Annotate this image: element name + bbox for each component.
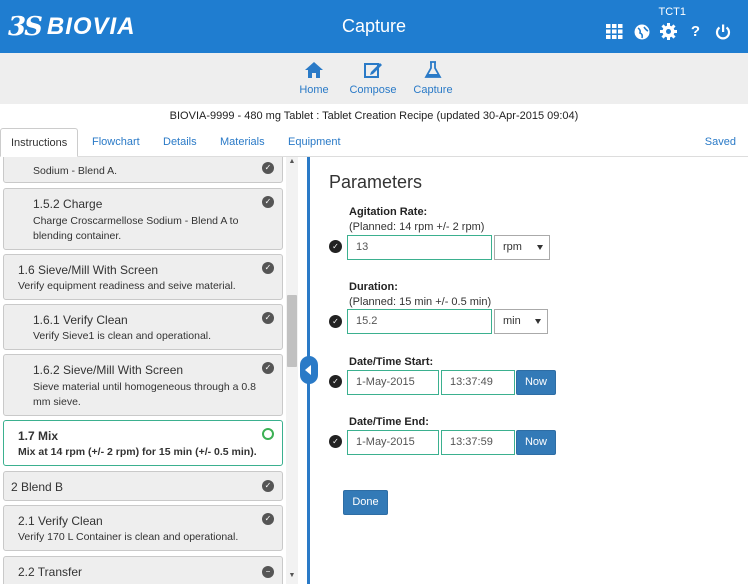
step-desc: Verify 170 L Container is clean and oper… [18,531,239,543]
list-item[interactable]: 1.6.2 Sieve/Mill With Screen Sieve mater… [3,354,283,416]
step-title: 2.2 Transfer [18,565,83,579]
top-bar: 3S BIOVIA Capture TCT1 ? [0,0,748,53]
home-icon [305,62,323,78]
step-title: 1.6.1 Verify Clean [33,313,128,327]
duration-unit-select[interactable]: min [494,309,548,334]
step-title: 1.5.2 Charge [33,197,103,211]
tab-instructions[interactable]: Instructions [0,128,79,157]
tab-flowchart[interactable]: Flowchart [82,128,150,157]
end-label: Date/Time End: [349,416,429,428]
nav-bar: Home Compose Capture [0,53,748,104]
edit-icon [364,63,382,78]
user-label[interactable]: TCT1 [659,6,687,18]
list-scrollbar-thumb[interactable] [287,295,297,367]
tab-details[interactable]: Details [153,128,207,157]
start-label: Date/Time Start: [349,356,434,368]
check-circle-icon: ✓ [329,315,342,328]
list-item[interactable]: 2.1 Verify Clean Verify 170 L Container … [3,505,283,551]
end-time-input[interactable]: 13:37:59 [441,430,515,455]
list-item[interactable]: Sodium - Blend A. ✓ [3,157,283,183]
check-circle-icon: ✓ [262,362,274,374]
step-title: 2.1 Verify Clean [18,514,103,528]
agitation-planned: (Planned: 14 rpm +/- 2 rpm) [349,221,485,233]
globe-icon[interactable] [632,22,651,41]
nav-capture-label: Capture [413,84,453,96]
step-title: 1.7 Mix [18,429,59,443]
grid-icon[interactable] [605,22,624,41]
list-item[interactable]: 2 Blend B ✓ [3,471,283,501]
step-title: 1.6 Sieve/Mill With Screen [18,263,159,277]
check-circle-icon: ✓ [262,196,274,208]
agitation-label: Agitation Rate: [349,206,428,218]
agitation-unit-select[interactable]: rpm [494,235,550,260]
step-desc: Charge Croscarmellose Sodium - Blend A t… [33,215,239,242]
list-scrollbar[interactable] [286,157,298,584]
step-title: 2 Blend B [11,480,64,494]
step-desc: Sieve material until homogeneous through… [33,381,256,408]
circle-open-icon [262,428,274,440]
agitation-input[interactable]: 13 [347,235,492,260]
step-title: 1.6.2 Sieve/Mill With Screen [33,363,184,377]
list-item[interactable]: 1.6.1 Verify Clean Verify Sieve1 is clea… [3,304,283,350]
nav-home-label: Home [299,84,329,96]
agitation-unit-value: rpm [503,241,522,253]
power-icon[interactable] [713,22,732,41]
duration-unit-value: min [503,315,521,327]
list-item[interactable]: 1.6 Sieve/Mill With Screen Verify equipm… [3,254,283,300]
saved-status: Saved [704,136,736,148]
tab-materials[interactable]: Materials [210,128,275,157]
duration-planned: (Planned: 15 min +/- 0.5 min) [349,296,492,308]
step-desc: Verify Sieve1 is clean and operational. [33,330,212,342]
tab-equipment[interactable]: Equipment [278,128,351,157]
end-date-input[interactable]: 1-May-2015 [347,430,439,455]
start-date-input[interactable]: 1-May-2015 [347,370,439,395]
check-circle-icon: ✓ [262,480,274,492]
minus-circle-icon: − [262,566,274,578]
check-circle-icon: ✓ [329,375,342,388]
list-item[interactable]: 2.2 Transfer − [3,556,283,584]
scroll-up-icon[interactable]: ▲ [288,158,296,165]
header-icons: ? [605,22,732,41]
check-circle-icon: ✓ [262,312,274,324]
list-item-active[interactable]: 1.7 Mix Mix at 14 rpm (+/- 2 rpm) for 15… [3,420,283,466]
duration-input[interactable]: 15.2 [347,309,492,334]
start-time-input[interactable]: 13:37:49 [441,370,515,395]
step-desc: Verify equipment readiness and seive mat… [18,280,236,292]
help-icon[interactable]: ? [686,22,705,41]
check-circle-icon: ✓ [329,435,342,448]
gear-icon[interactable] [659,22,678,41]
nav-compose-label: Compose [349,84,397,96]
check-circle-icon: ✓ [262,162,274,174]
start-now-button[interactable]: Now [516,370,556,395]
parameters-title: Parameters [329,172,423,192]
check-circle-icon: ✓ [262,262,274,274]
instruction-list[interactable]: Sodium - Blend A. ✓ 1.5.2 Charge Charge … [0,157,298,584]
recipe-title: BIOVIA-9999 - 480 mg Tablet : Tablet Cre… [0,104,748,128]
step-desc: Mix at 14 rpm (+/- 2 rpm) for 15 min (+/… [18,446,257,458]
tab-bar: Instructions Flowchart Details Materials… [0,128,748,157]
flask-icon [424,61,442,78]
collapse-panel-button[interactable] [300,356,318,384]
nav-capture[interactable]: Capture [398,60,468,96]
check-circle-icon: ✓ [262,513,274,525]
step-desc: Sodium - Blend A. [33,165,118,177]
scroll-down-icon[interactable]: ▼ [288,572,296,579]
done-button[interactable]: Done [343,490,388,515]
caret-down-icon [537,245,543,250]
list-item[interactable]: 1.5.2 Charge Charge Croscarmellose Sodiu… [3,188,283,250]
duration-label: Duration: [349,281,398,293]
check-circle-icon: ✓ [329,240,342,253]
caret-down-icon [535,319,541,324]
end-now-button[interactable]: Now [516,430,556,455]
